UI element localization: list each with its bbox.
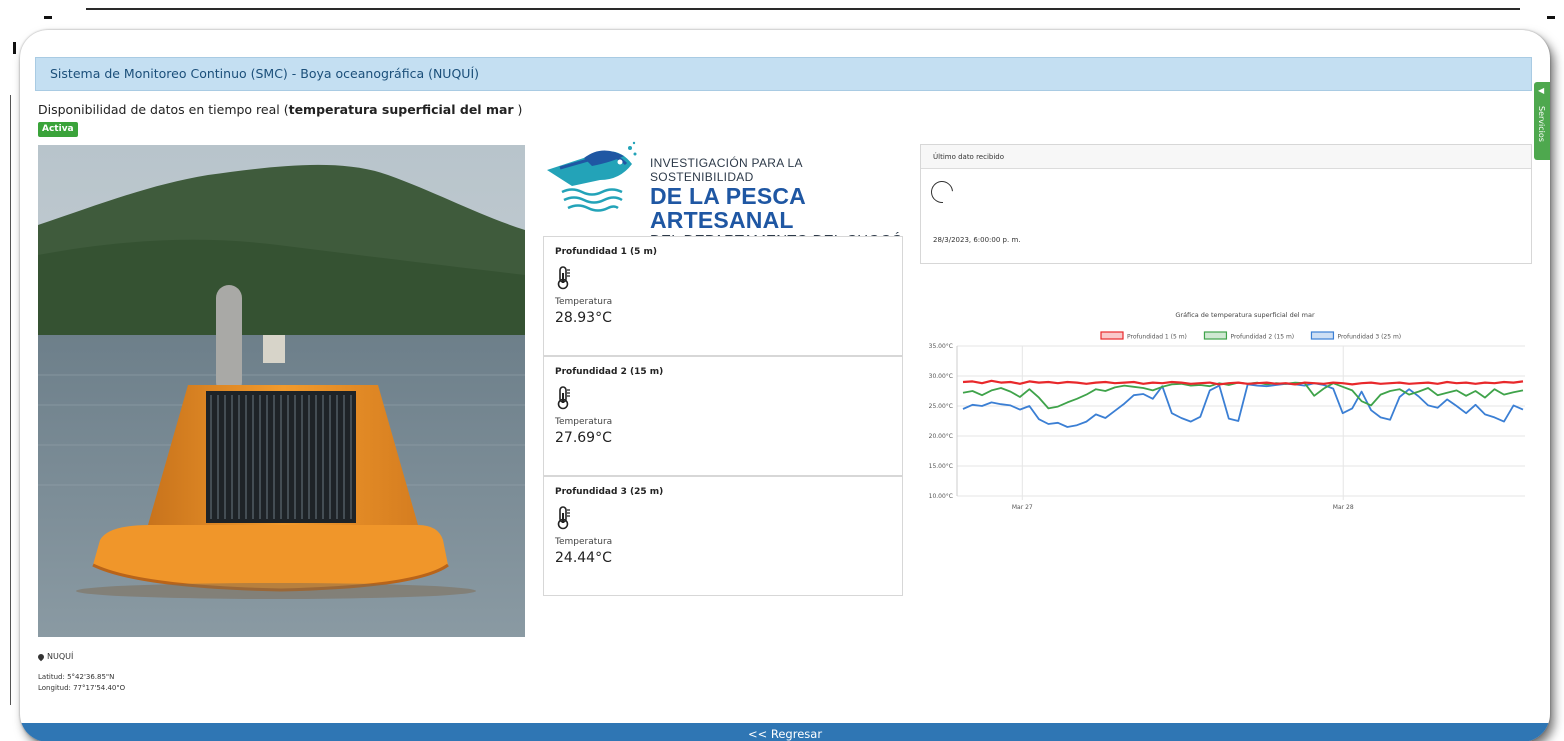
- legend-swatch: [1203, 331, 1228, 340]
- depth-title: Profundidad 3 (25 m): [555, 487, 664, 497]
- thermometer-icon: [557, 506, 570, 530]
- depth-panel-1: Profundidad 1 (5 m) Temperatura 28.93°C: [543, 236, 903, 356]
- loading-spinner-icon: [926, 176, 958, 208]
- thermometer-icon: [557, 386, 570, 410]
- y-tick-label: 15.00°C: [929, 463, 953, 470]
- depth-panel-2: Profundidad 2 (15 m) Temperatura 27.69°C: [543, 356, 903, 476]
- back-button-label: << Regresar: [747, 727, 823, 741]
- logo-line-1: INVESTIGACIÓN PARA LA SOSTENIBILIDAD: [650, 156, 803, 184]
- legend-swatch: [1310, 331, 1335, 340]
- temperature-chart: Gráfica de temperatura superficial del m…: [905, 270, 1530, 515]
- map-pin-icon: [36, 652, 46, 661]
- y-tick-label: 25.00°C: [929, 403, 953, 410]
- subtitle-prefix: Disponibilidad de datos en tiempo real (: [38, 102, 289, 117]
- temperature-value: 27.69°C: [555, 430, 612, 446]
- legend-label: Profundidad 1 (5 m): [1127, 334, 1187, 341]
- last-data-timestamp: 28/3/2023, 6:00:00 p. m.: [933, 236, 1021, 244]
- legend-swatch: [1100, 331, 1124, 340]
- corner-mark-top-left: [44, 16, 52, 19]
- y-tick-label: 20.00°C: [929, 433, 953, 440]
- last-data-panel: Último dato recibido 28/3/2023, 6:00:00 …: [920, 144, 1532, 264]
- y-tick-label: 35.00°C: [929, 343, 953, 350]
- y-tick-label: 10.00°C: [929, 493, 953, 500]
- thermometer-icon: [557, 266, 570, 290]
- services-tab-label: Servicios: [1537, 106, 1546, 142]
- services-side-tab[interactable]: ◀ Servicios: [1534, 82, 1550, 160]
- temperature-value: 24.44°C: [555, 550, 612, 566]
- longitude-text: Longitud: 77°17'54.40"O: [38, 684, 126, 692]
- latitude-text: Latitud: 5°42'36.85"N: [38, 673, 115, 681]
- temperature-chart-svg: Gráfica de temperatura superficial del m…: [929, 311, 1525, 511]
- corner-mark-left: [13, 42, 16, 54]
- temperature-label: Temperatura: [555, 537, 613, 547]
- project-logo: INVESTIGACIÓN PARA LA SOSTENIBILIDAD DE …: [542, 140, 906, 249]
- depth-panel-3: Profundidad 3 (25 m) Temperatura 24.44°C: [543, 476, 903, 596]
- subtitle-suffix: ): [513, 102, 523, 117]
- series-line-1: [962, 379, 1524, 386]
- page-header: Sistema de Monitoreo Continuo (SMC) - Bo…: [35, 57, 1532, 91]
- left-rule: [10, 95, 11, 705]
- back-button[interactable]: << Regresar: [20, 723, 1550, 741]
- chart-title: Gráfica de temperatura superficial del m…: [1175, 311, 1315, 319]
- page-title: Sistema de Monitoreo Continuo (SMC) - Bo…: [50, 66, 480, 81]
- subtitle-bold: temperatura superficial del mar: [288, 102, 514, 117]
- x-tick-label: Mar 27: [1012, 504, 1033, 511]
- series-line-3: [962, 382, 1524, 428]
- location-name: NUQUÍ: [47, 652, 74, 661]
- logo-line-2: DE LA PESCA ARTESANAL: [650, 183, 806, 233]
- fish-logo-icon: [547, 141, 637, 212]
- main-card: Sistema de Monitoreo Continuo (SMC) - Bo…: [20, 30, 1550, 741]
- temperature-label: Temperatura: [555, 297, 613, 307]
- legend-label: Profundidad 2 (15 m): [1230, 334, 1294, 341]
- temperature-label: Temperatura: [555, 417, 613, 427]
- location-label: NUQUÍ: [36, 652, 74, 661]
- temperature-value: 28.93°C: [555, 310, 612, 326]
- last-data-header: Último dato recibido: [921, 145, 1531, 169]
- corner-mark-top-right: [1547, 16, 1555, 19]
- top-rule: [86, 8, 1520, 10]
- legend-label: Profundidad 3 (25 m): [1337, 334, 1401, 341]
- y-tick-label: 30.00°C: [929, 373, 953, 380]
- depth-title: Profundidad 2 (15 m): [555, 367, 664, 377]
- buoy-photo: [38, 145, 525, 637]
- x-tick-label: Mar 28: [1333, 504, 1354, 511]
- page-subtitle: Disponibilidad de datos en tiempo real (…: [38, 102, 522, 117]
- depth-title: Profundidad 1 (5 m): [555, 247, 657, 257]
- chevron-left-icon: ◀: [1538, 86, 1545, 95]
- status-badge: Activa: [38, 122, 78, 137]
